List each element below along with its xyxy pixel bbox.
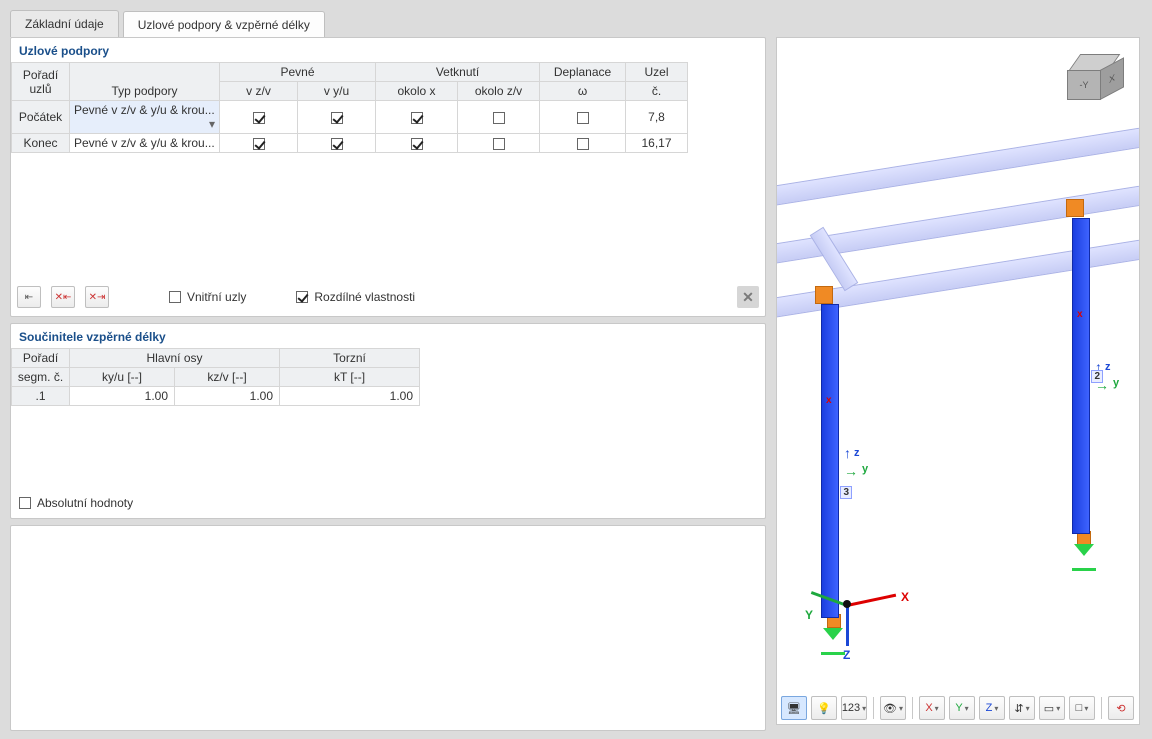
supports-panel: Uzlové podpory Pořadí uzlů	[10, 37, 766, 317]
th-restr: Vetknutí	[376, 63, 540, 82]
member-id: 2	[1091, 370, 1103, 383]
th-node-n[interactable]: č.	[626, 82, 688, 101]
th-order1: Pořadí	[12, 349, 70, 368]
diff-props-checkbox[interactable]: Rozdílné vlastnosti	[296, 290, 415, 304]
vp-btn-display-icon[interactable]: 🖥	[781, 696, 807, 720]
table-row[interactable]: .11.001.001.00	[12, 387, 766, 406]
vp-btn-axis-z-icon[interactable]: Z	[979, 696, 1005, 720]
th-tors: Torzní	[280, 349, 420, 368]
viewport-toolbar: 🖥 💡 123 👁 X Y Z ⇵ ▭ □ ⟲	[781, 696, 1135, 720]
vp-btn-reset-icon[interactable]: ⟲	[1108, 696, 1134, 720]
column-member[interactable]: x ↑ z → y 2	[1072, 218, 1090, 534]
factors-panel: Součinitele vzpěrné délky Pořadí Hlavní …	[10, 323, 766, 519]
vp-btn-light-icon[interactable]: 💡	[811, 696, 837, 720]
th-fixed-z[interactable]: v z/v	[220, 82, 298, 101]
support-icon	[1074, 544, 1094, 556]
absolute-values-checkbox[interactable]: Absolutní hodnoty	[19, 496, 133, 510]
member-id: 3	[840, 486, 852, 499]
vp-btn-numbers-icon[interactable]: 123	[841, 696, 867, 720]
th-fixed: Pevné	[220, 63, 376, 82]
factors-table: Pořadí Hlavní osy Torzní segm. č. ky/u […	[11, 348, 765, 406]
supports-title: Uzlové podpory	[11, 38, 765, 62]
absolute-values-label: Absolutní hodnoty	[37, 496, 133, 510]
factors-title: Součinitele vzpěrné délky	[11, 324, 765, 348]
th-restr-z[interactable]: okolo z/v	[458, 82, 540, 101]
th-warp: Deplanace	[540, 63, 626, 82]
tab-nodal-supports[interactable]: Uzlové podpory & vzpěrné délky	[123, 11, 325, 38]
table-row[interactable]: PočátekPevné v z/v & y/u & krou... ▾7,8	[12, 101, 766, 134]
joint-icon	[1066, 199, 1084, 217]
th-kz[interactable]: kz/v [--]	[175, 368, 280, 387]
th-fixed-y[interactable]: v y/u	[298, 82, 376, 101]
th-restr-x[interactable]: okolo x	[376, 82, 458, 101]
view-cube[interactable]: -Y X	[1067, 54, 1121, 108]
th-node: Uzel	[626, 63, 688, 82]
table-row[interactable]: KonecPevné v z/v & y/u & krou...16,17	[12, 134, 766, 153]
th-main: Hlavní osy	[70, 349, 280, 368]
global-axis-triad: X Y Z	[817, 564, 937, 664]
joint-icon	[815, 286, 833, 304]
model-viewport[interactable]: -Y X x ↑ z → y	[776, 37, 1140, 725]
th-kt[interactable]: kT [--]	[280, 368, 420, 387]
vp-btn-render1-icon[interactable]: ▭	[1039, 696, 1065, 720]
th-order: Pořadí uzlů	[12, 63, 70, 101]
diff-props-label: Rozdílné vlastnosti	[314, 290, 415, 304]
vp-btn-render2-icon[interactable]: □	[1069, 696, 1095, 720]
close-icon[interactable]: ✕	[737, 286, 759, 308]
btn-delete-col-icon[interactable]: ✕⇤	[51, 286, 75, 308]
th-type[interactable]: Typ podpory	[70, 63, 220, 101]
th-ky[interactable]: ky/u [--]	[70, 368, 175, 387]
th-order2: segm. č.	[12, 368, 70, 387]
vp-btn-mirror-icon[interactable]: ⇵	[1009, 696, 1035, 720]
details-panel	[10, 525, 766, 731]
inner-nodes-label: Vnitřní uzly	[187, 290, 246, 304]
vp-btn-axis-x-icon[interactable]: X	[919, 696, 945, 720]
btn-insert-left-icon[interactable]: ⇤	[17, 286, 41, 308]
vp-btn-axis-y-icon[interactable]: Y	[949, 696, 975, 720]
inner-nodes-checkbox[interactable]: Vnitřní uzly	[169, 290, 246, 304]
th-warp-w[interactable]: ω	[540, 82, 626, 101]
tab-basic-data[interactable]: Základní údaje	[10, 10, 119, 37]
btn-delete-row-icon[interactable]: ✕⇥	[85, 286, 109, 308]
supports-table: Pořadí uzlů Typ podpory Pevné Vetknutí D…	[11, 62, 765, 153]
vp-btn-view-icon[interactable]: 👁	[880, 696, 906, 720]
tab-bar: Základní údaje Uzlové podpory & vzpěrné …	[10, 10, 1142, 37]
